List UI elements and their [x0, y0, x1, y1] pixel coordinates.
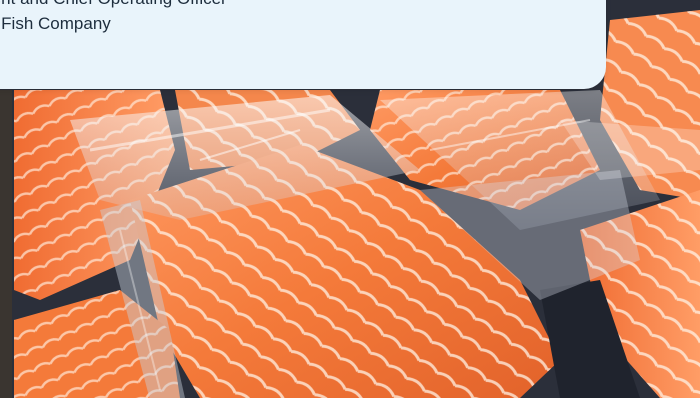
attribution-text: sident and Chief Operating Officer kes F…	[0, 0, 227, 36]
attribution-company: kes Fish Company	[0, 14, 111, 33]
quote-attribution-card: sident and Chief Operating Officer kes F…	[0, 0, 606, 89]
attribution-title: sident and Chief Operating Officer	[0, 0, 227, 11]
